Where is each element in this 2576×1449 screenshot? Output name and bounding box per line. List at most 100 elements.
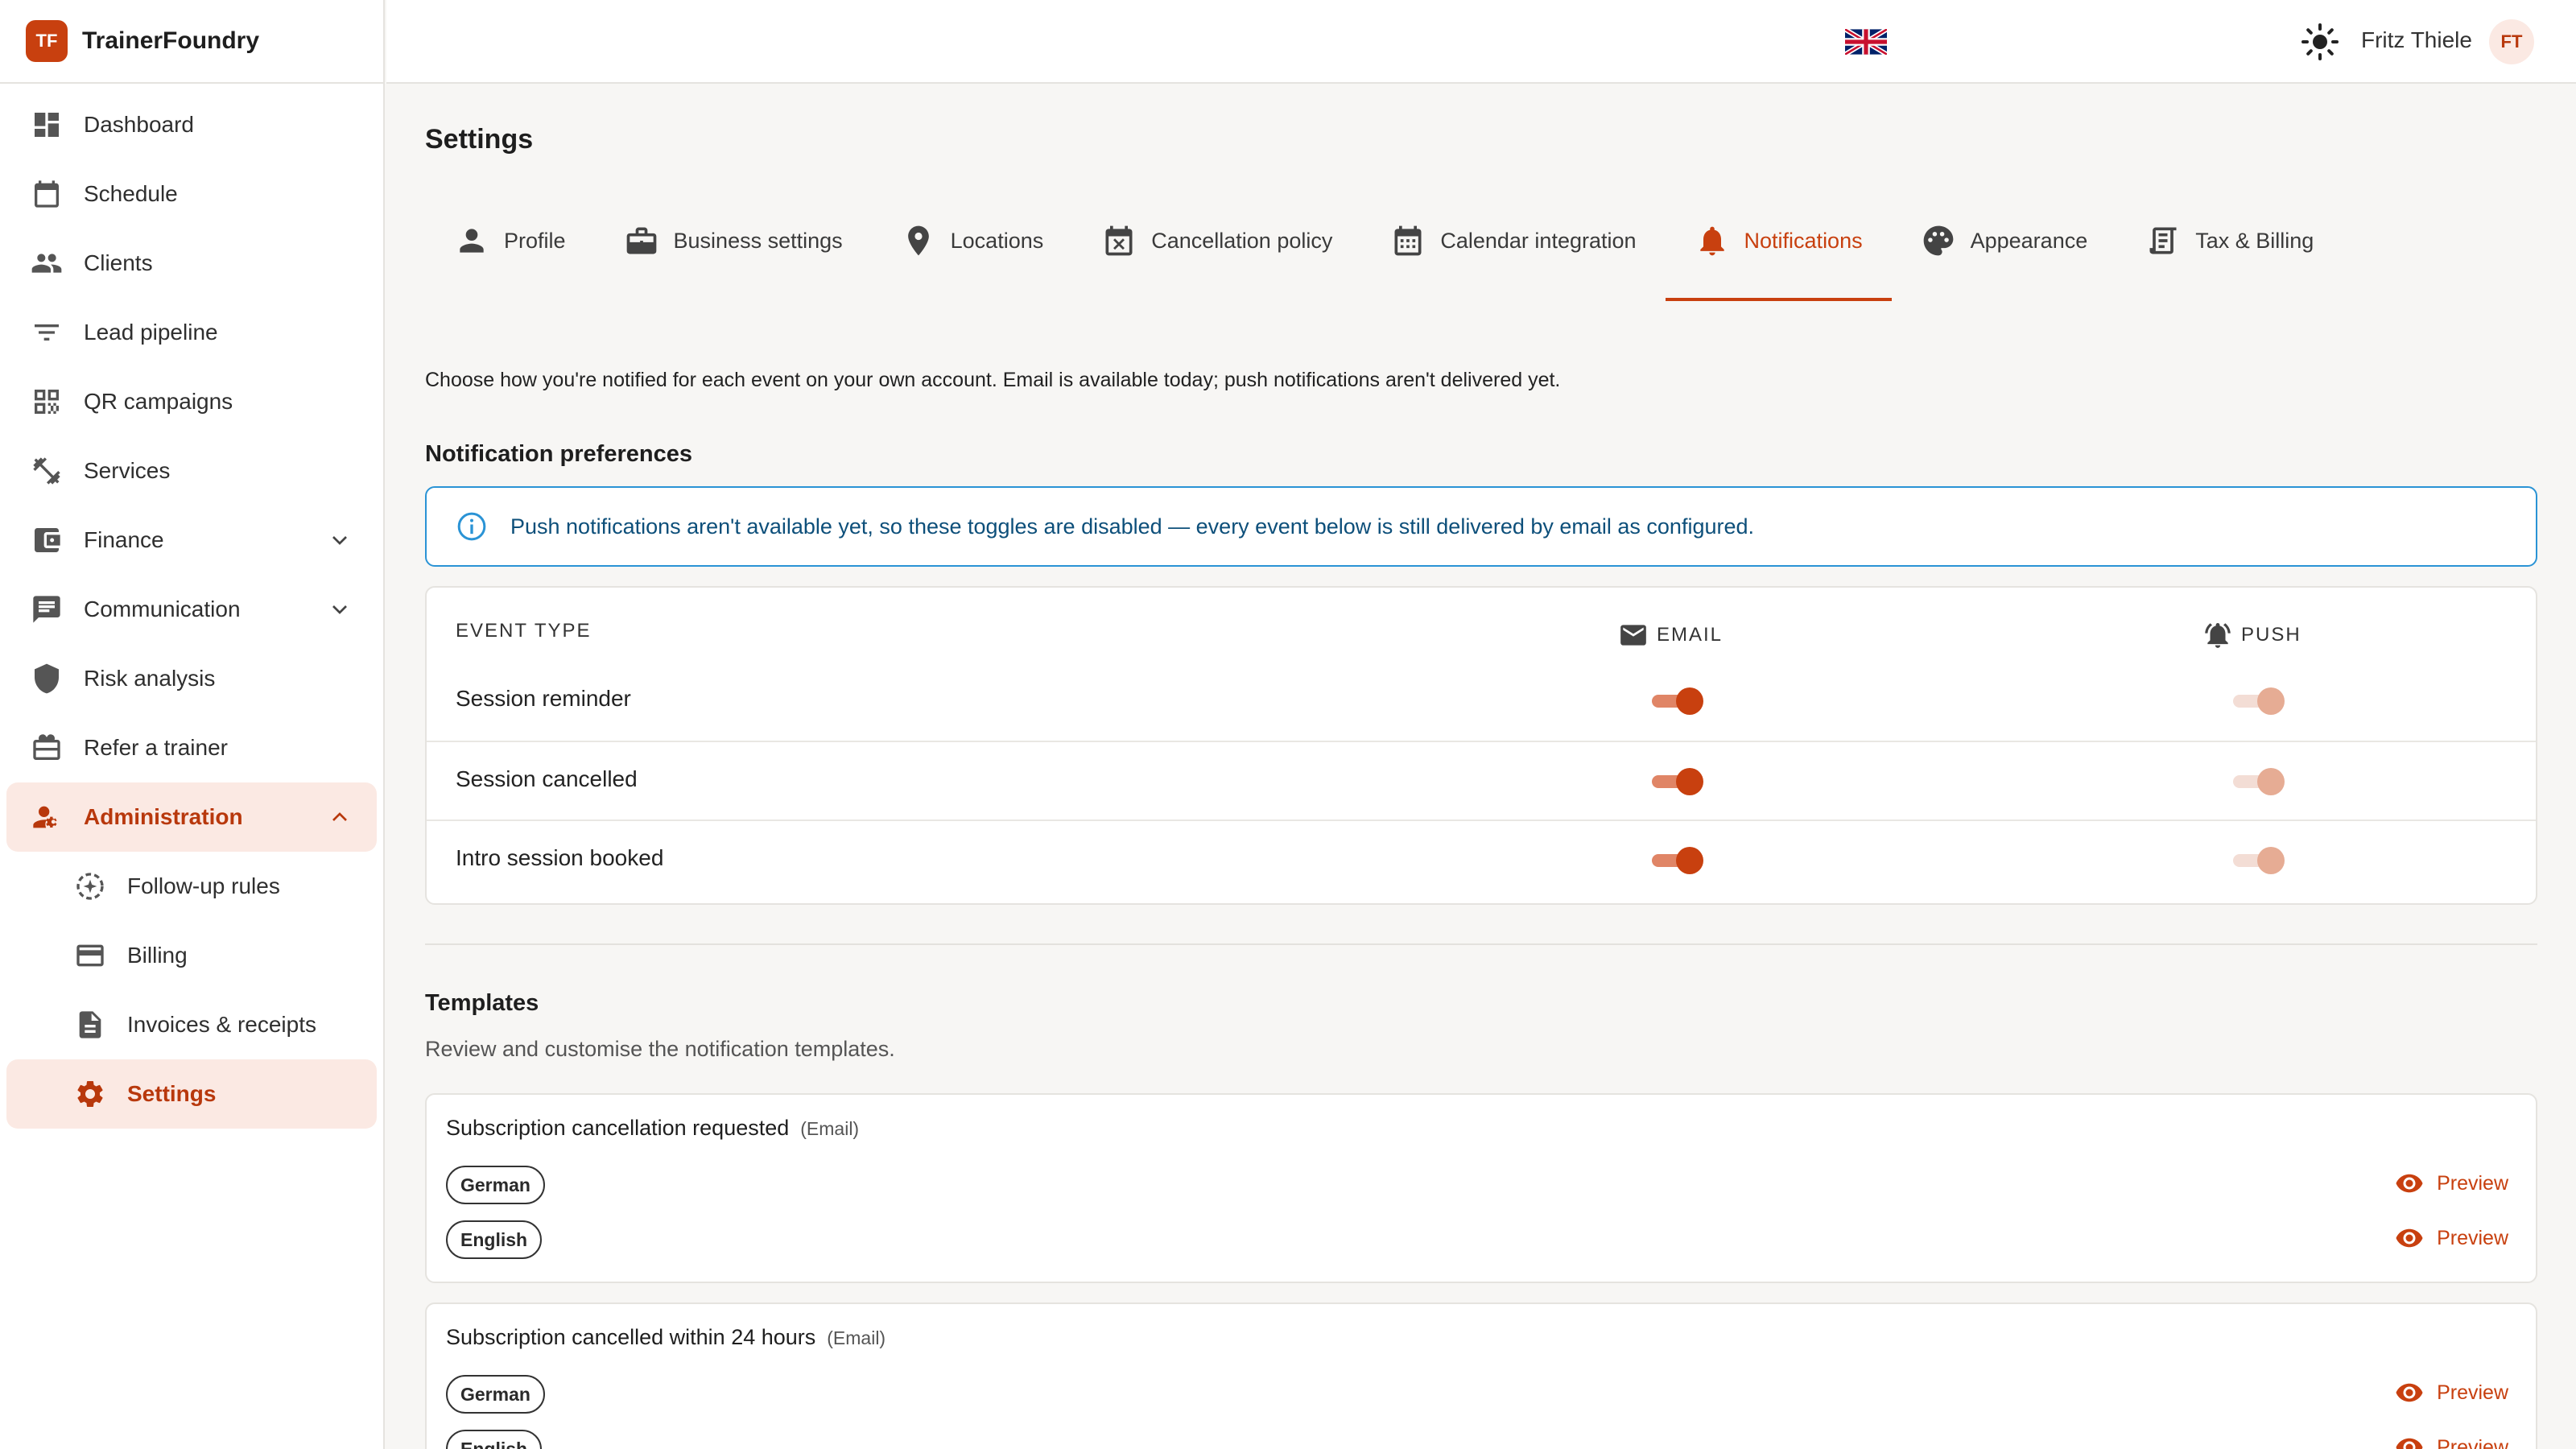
- push-toggle[interactable]: [2233, 847, 2285, 874]
- push-toggle[interactable]: [2233, 687, 2285, 715]
- preview-button[interactable]: Preview: [2395, 1169, 2508, 1198]
- document-icon: [71, 1005, 109, 1044]
- eye-icon: [2395, 1433, 2424, 1449]
- tab-profile[interactable]: Profile: [425, 198, 595, 283]
- template-card: Subscription cancellation requested (Emai…: [425, 1093, 2537, 1283]
- filter-icon: [27, 313, 66, 352]
- tab-label: Profile: [504, 228, 566, 253]
- sidebar-item-invoices[interactable]: Invoices & receipts: [6, 990, 377, 1059]
- event-label: Intro session booked: [456, 845, 664, 870]
- template-kind: (Email): [800, 1118, 860, 1139]
- sidebar-item-label: QR campaigns: [84, 389, 233, 414]
- gear-icon: [71, 1075, 109, 1113]
- mail-icon: [1618, 620, 1649, 650]
- column-header-email: EMAIL: [1618, 620, 1723, 650]
- template-title: Subscription cancelled within 24 hours (E…: [446, 1325, 886, 1350]
- info-banner-text: Push notifications aren't available yet,…: [510, 514, 1754, 539]
- sidebar-item-administration[interactable]: Administration: [6, 782, 377, 852]
- calendar-grid-icon: [1390, 223, 1426, 258]
- palette-icon: [1921, 223, 1956, 258]
- tab-notifications[interactable]: Notifications: [1665, 198, 1892, 301]
- sidebar-item-lead-pipeline[interactable]: Lead pipeline: [6, 298, 377, 367]
- preview-label: Preview: [2437, 1171, 2508, 1195]
- toggle-thumb: [1676, 847, 1703, 874]
- sidebar-item-label: Services: [84, 458, 171, 483]
- tab-locations[interactable]: Locations: [872, 198, 1073, 283]
- sidebar-item-dashboard[interactable]: Dashboard: [6, 90, 377, 159]
- preview-label: Preview: [2437, 1226, 2508, 1249]
- sidebar-item-label: Clients: [84, 250, 153, 275]
- sun-icon[interactable]: [2301, 23, 2339, 61]
- gift-icon: [27, 729, 66, 767]
- info-icon: [456, 510, 488, 543]
- sidebar-item-billing[interactable]: Billing: [6, 921, 377, 990]
- chevron-up-icon[interactable]: [327, 804, 353, 830]
- email-toggle[interactable]: [1652, 768, 1703, 795]
- table-row: Session cancelled: [427, 741, 2536, 819]
- sidebar-item-label: Lead pipeline: [84, 320, 218, 345]
- preview-button[interactable]: Preview: [2395, 1224, 2508, 1253]
- sidebar-item-communication[interactable]: Communication: [6, 575, 377, 644]
- sidebar: TF TrainerFoundry Dashboard Schedule Cli…: [0, 0, 385, 1449]
- tab-tax-billing[interactable]: Tax & Billing: [2116, 198, 2343, 283]
- settings-tabs: Profile Business settings Locations Canc…: [425, 198, 2343, 301]
- page-title: Settings: [425, 124, 534, 155]
- tab-business-settings[interactable]: Business settings: [595, 198, 872, 283]
- calendar-cancel-icon: [1101, 223, 1137, 258]
- chevron-down-icon[interactable]: [327, 527, 353, 553]
- person-icon: [454, 223, 489, 258]
- qr-code-icon: [27, 382, 66, 421]
- notification-bell-icon: [2202, 620, 2233, 650]
- tab-label: Calendar integration: [1440, 228, 1637, 253]
- sidebar-nav: Dashboard Schedule Clients Lead pipeline…: [0, 84, 383, 1129]
- preview-button[interactable]: Preview: [2395, 1433, 2508, 1449]
- template-title: Subscription cancellation requested (Emai…: [446, 1116, 859, 1141]
- sidebar-item-finance[interactable]: Finance: [6, 506, 377, 575]
- preferences-title: Notification preferences: [425, 441, 692, 467]
- push-toggle[interactable]: [2233, 768, 2285, 795]
- sidebar-item-risk-analysis[interactable]: Risk analysis: [6, 644, 377, 713]
- sidebar-item-clients[interactable]: Clients: [6, 229, 377, 298]
- sidebar-item-label: Finance: [84, 527, 164, 552]
- dashboard-icon: [27, 105, 66, 144]
- toggle-thumb: [1676, 687, 1703, 715]
- brand[interactable]: TF TrainerFoundry: [0, 0, 383, 84]
- sidebar-item-schedule[interactable]: Schedule: [6, 159, 377, 229]
- sidebar-item-label: Administration: [84, 804, 243, 829]
- user-name[interactable]: Fritz Thiele: [2361, 27, 2472, 53]
- tab-cancellation-policy[interactable]: Cancellation policy: [1072, 198, 1361, 283]
- tab-calendar-integration[interactable]: Calendar integration: [1361, 198, 1665, 283]
- shield-icon: [27, 659, 66, 698]
- preview-button[interactable]: Preview: [2395, 1378, 2508, 1407]
- sidebar-item-settings[interactable]: Settings: [6, 1059, 377, 1129]
- chevron-down-icon[interactable]: [327, 597, 353, 622]
- sidebar-item-qr-campaigns[interactable]: QR campaigns: [6, 367, 377, 436]
- sidebar-item-label: Invoices & receipts: [127, 1012, 316, 1037]
- location-pin-icon: [901, 223, 936, 258]
- email-toggle[interactable]: [1652, 687, 1703, 715]
- preview-label: Preview: [2437, 1435, 2508, 1449]
- sidebar-item-services[interactable]: Services: [6, 436, 377, 506]
- column-header-push-label: PUSH: [2241, 624, 2301, 646]
- tab-appearance[interactable]: Appearance: [1892, 198, 2117, 283]
- sidebar-item-label: Billing: [127, 943, 188, 968]
- chat-icon: [27, 590, 66, 629]
- sidebar-item-refer[interactable]: Refer a trainer: [6, 713, 377, 782]
- tab-label: Locations: [950, 228, 1044, 253]
- email-toggle[interactable]: [1652, 847, 1703, 874]
- language-pill: German: [446, 1375, 545, 1414]
- uk-flag-icon[interactable]: [1845, 29, 1887, 55]
- language-pill: English: [446, 1220, 543, 1259]
- templates-title: Templates: [425, 990, 539, 1016]
- receipt-icon: [2145, 223, 2181, 258]
- sidebar-item-followup[interactable]: Follow-up rules: [6, 852, 377, 921]
- sidebar-item-label: Dashboard: [84, 112, 194, 137]
- people-icon: [27, 244, 66, 283]
- sidebar-item-label: Schedule: [84, 181, 178, 206]
- column-header-email-label: EMAIL: [1657, 624, 1724, 646]
- info-banner: Push notifications aren't available yet,…: [425, 486, 2537, 567]
- avatar[interactable]: FT: [2489, 19, 2534, 64]
- sidebar-item-label: Communication: [84, 597, 241, 621]
- column-header-event: EVENT TYPE: [456, 620, 592, 642]
- toggle-thumb: [2257, 847, 2285, 874]
